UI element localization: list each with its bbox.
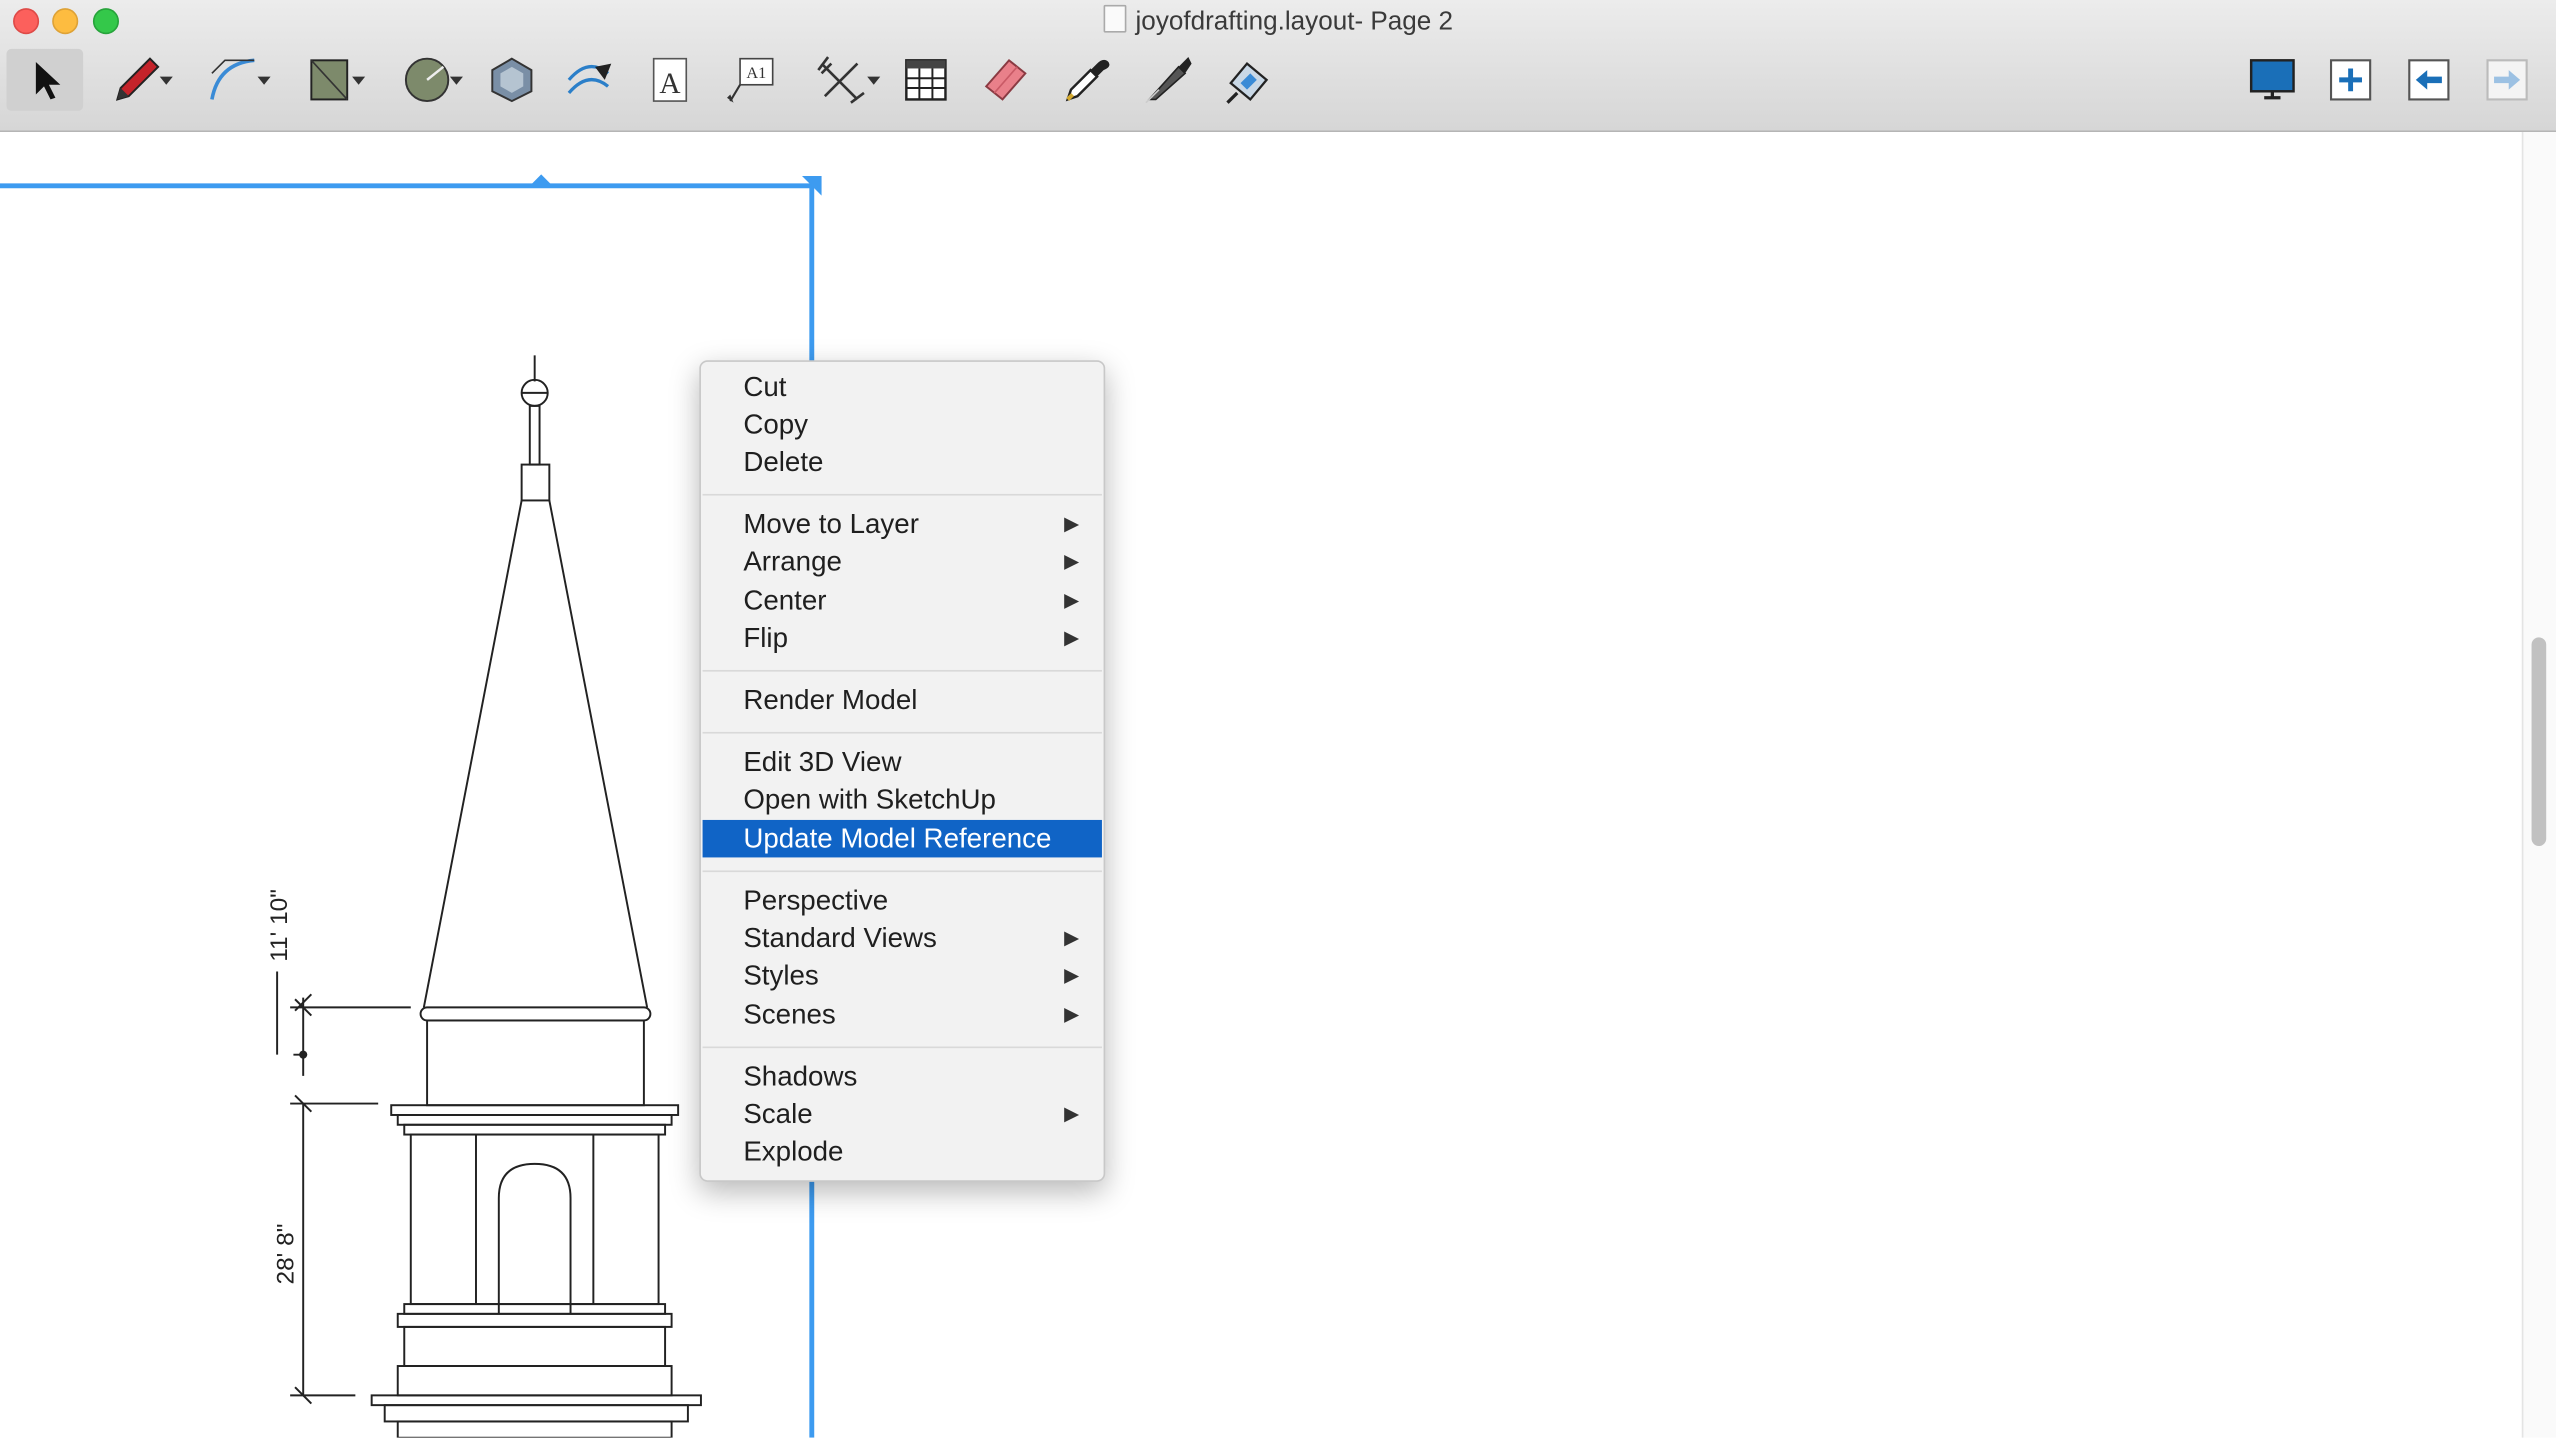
menu-item-cut[interactable]: Cut <box>703 368 1102 405</box>
submenu-arrow-icon: ▶ <box>1064 963 1080 987</box>
menu-item-explode[interactable]: Explode <box>703 1133 1102 1170</box>
arrow-cursor-icon <box>35 61 60 100</box>
selection-frame <box>0 183 815 1438</box>
scroll-thumb[interactable] <box>2531 637 2547 847</box>
add-page-icon <box>2329 59 2372 101</box>
menu-separator <box>702 669 1102 672</box>
submenu-arrow-icon: ▶ <box>1064 1002 1080 1026</box>
menu-item-render-model[interactable]: Render Model <box>703 681 1102 718</box>
menu-item-copy[interactable]: Copy <box>703 406 1102 443</box>
circle-tool[interactable] <box>388 49 470 111</box>
split-knife-icon <box>1145 57 1192 104</box>
eyedropper-icon <box>1065 59 1110 102</box>
offset-tool[interactable] <box>557 49 622 111</box>
vertical-scrollbar[interactable] <box>2521 132 2556 1438</box>
dimension-icon <box>817 56 865 104</box>
label-tool[interactable]: A1 <box>721 49 780 111</box>
menu-item-arrange[interactable]: Arrange ▶ <box>703 543 1102 580</box>
submenu-arrow-icon: ▶ <box>1064 549 1080 573</box>
text-icon: A <box>652 57 688 102</box>
add-page-button[interactable] <box>2321 49 2380 111</box>
offset-icon <box>567 63 612 94</box>
drawing-canvas[interactable]: 11' 10" 28' 8" <box>0 132 2524 1438</box>
submenu-arrow-icon: ▶ <box>1064 1101 1080 1125</box>
eraser-icon <box>984 58 1027 101</box>
submenu-arrow-icon: ▶ <box>1064 511 1080 535</box>
table-icon <box>905 59 947 101</box>
menu-item-move-to-layer[interactable]: Move to Layer ▶ <box>703 505 1102 542</box>
pencil-tool[interactable] <box>95 49 177 111</box>
menu-item-edit-3d-view[interactable]: Edit 3D View <box>703 743 1102 780</box>
menu-separator <box>702 493 1102 496</box>
resize-handle-top[interactable] <box>531 174 551 185</box>
polygon-tool[interactable] <box>483 49 542 111</box>
dimension-dot <box>299 1050 308 1059</box>
table-tool[interactable] <box>897 49 956 111</box>
submenu-arrow-icon: ▶ <box>1064 925 1080 949</box>
style-tool[interactable] <box>1056 49 1118 111</box>
menu-item-open-with-sketchup[interactable]: Open with SketchUp <box>703 781 1102 818</box>
join-tool[interactable] <box>1216 49 1281 111</box>
menu-separator <box>702 870 1102 873</box>
window-title: joyofdrafting.layout- Page 2 <box>0 4 2556 38</box>
menu-item-shadows[interactable]: Shadows <box>703 1058 1102 1095</box>
menu-item-delete[interactable]: Delete <box>703 443 1102 480</box>
polygon-icon <box>491 57 533 103</box>
arc-icon <box>210 58 255 100</box>
submenu-arrow-icon: ▶ <box>1064 625 1080 649</box>
next-page-button[interactable] <box>2478 49 2537 111</box>
join-icon <box>1226 61 1269 104</box>
next-page-icon <box>2486 59 2528 101</box>
menu-separator <box>702 1046 1102 1049</box>
model-viewport[interactable]: 11' 10" 28' 8" <box>0 132 2523 1438</box>
select-tool[interactable] <box>6 48 84 111</box>
eraser-tool[interactable] <box>975 49 1037 111</box>
present-icon <box>2249 59 2295 100</box>
pencil-icon <box>115 57 160 101</box>
present-button[interactable] <box>2243 49 2302 111</box>
dimension-tool[interactable] <box>802 49 884 111</box>
menu-item-standard-views[interactable]: Standard Views ▶ <box>703 919 1102 956</box>
svg-text:A: A <box>659 68 680 100</box>
menu-item-update-model-reference[interactable]: Update Model Reference <box>702 819 1102 858</box>
menu-item-center[interactable]: Center ▶ <box>703 582 1102 619</box>
submenu-arrow-icon: ▶ <box>1064 588 1080 612</box>
rectangle-icon <box>310 59 349 101</box>
dimension-label-lower: 28' 8" <box>272 1224 299 1285</box>
previous-page-icon <box>2408 59 2450 101</box>
menu-item-scale[interactable]: Scale ▶ <box>703 1095 1102 1132</box>
menu-item-scenes[interactable]: Scenes ▶ <box>703 996 1102 1033</box>
menu-item-perspective[interactable]: Perspective <box>703 882 1102 919</box>
rectangle-tool[interactable] <box>290 49 372 111</box>
label-icon: A1 <box>727 57 774 103</box>
menu-item-flip[interactable]: Flip ▶ <box>703 619 1102 656</box>
dimension-label-upper: 11' 10" <box>266 889 293 962</box>
menu-separator <box>702 731 1102 734</box>
text-tool[interactable]: A <box>642 49 697 111</box>
previous-page-button[interactable] <box>2400 49 2459 111</box>
split-tool[interactable] <box>1138 49 1200 111</box>
menu-item-styles[interactable]: Styles ▶ <box>703 957 1102 994</box>
context-menu: Cut Copy Delete Move to Layer ▶ Arrange ▶ … <box>699 360 1106 1182</box>
document-icon <box>1102 4 1126 33</box>
arc-tool[interactable] <box>192 49 274 111</box>
steeple-drawing <box>276 355 702 1438</box>
circle-icon <box>404 57 450 103</box>
title-bar: joyofdrafting.layout- Page 2 A A1 <box>0 0 2556 133</box>
svg-text:A1: A1 <box>746 63 766 82</box>
